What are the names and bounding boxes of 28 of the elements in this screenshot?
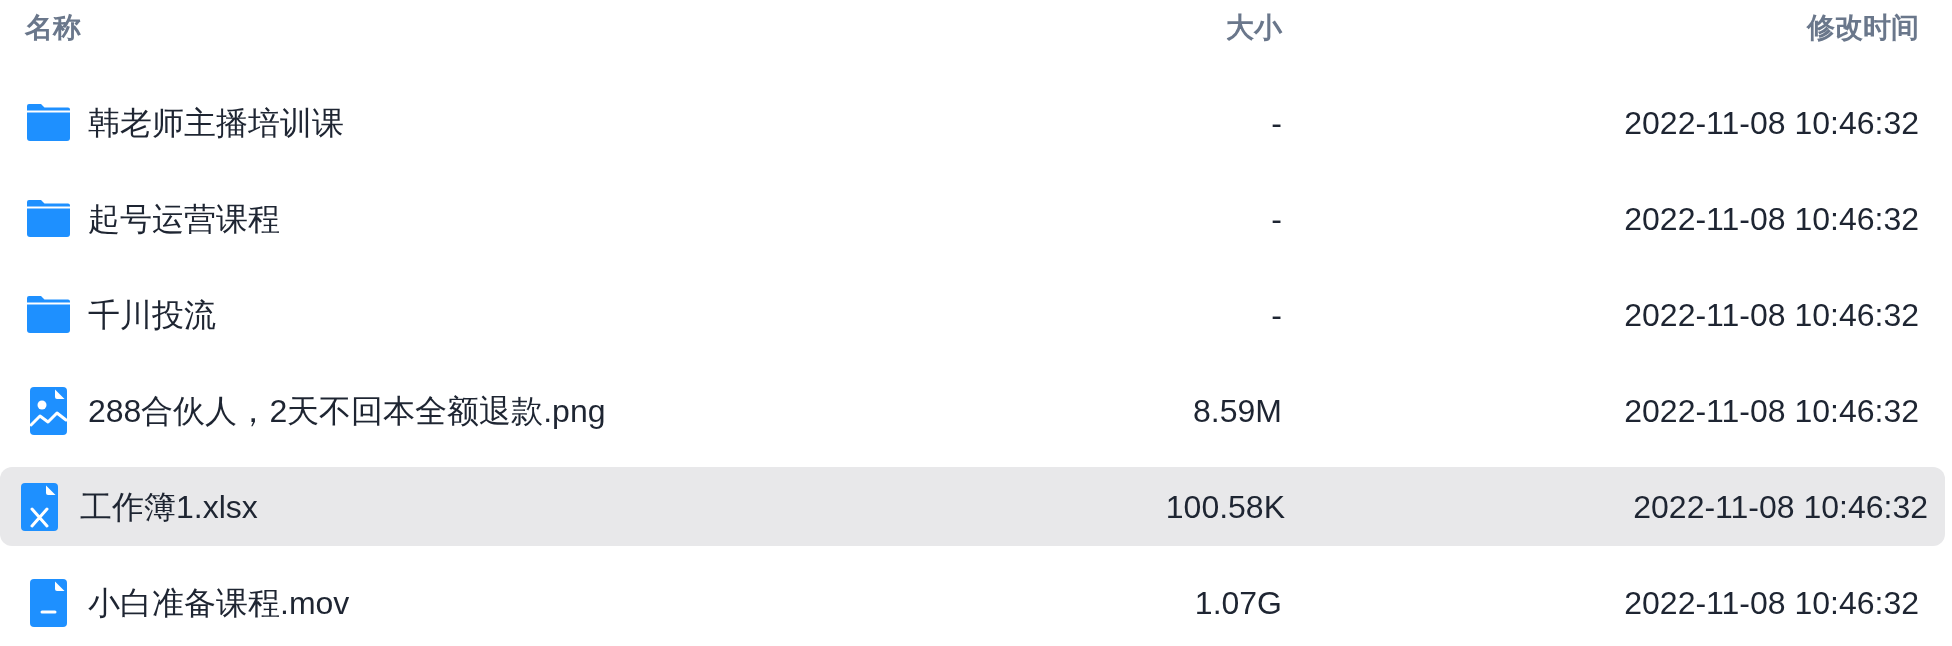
modified-time: 2022-11-08 10:46:32 [1624, 103, 1919, 143]
file-size: - [1271, 199, 1282, 239]
file-name: 千川投流 [88, 295, 216, 335]
file-name: 韩老师主播培训课 [88, 103, 344, 143]
file-size: 100.58K [1165, 487, 1285, 527]
image-file-icon [30, 386, 67, 435]
column-header: 大小 [1226, 11, 1282, 45]
file-size: - [1271, 103, 1282, 143]
file-name: 小白准备课程.mov [88, 583, 350, 623]
file-name: 起号运营课程 [88, 199, 280, 239]
folder-icon [27, 200, 70, 237]
modified-time: 2022-11-08 10:46:32 [1633, 487, 1928, 527]
file-name: 工作簿1.xlsx [80, 487, 258, 527]
modified-time: 2022-11-08 10:46:32 [1624, 583, 1919, 623]
spreadsheet-file-icon [21, 482, 58, 531]
modified-time: 2022-11-08 10:46:32 [1624, 391, 1919, 431]
file-size: 1.07G [1194, 583, 1282, 623]
file-size: 8.59M [1193, 391, 1282, 431]
folder-icon [27, 296, 70, 333]
file-name: 288合伙人，2天不回本全额退款.png [88, 391, 606, 431]
document-icon [30, 578, 67, 627]
column-header: 修改时间 [1807, 11, 1919, 45]
modified-time: 2022-11-08 10:46:32 [1624, 199, 1919, 239]
modified-time: 2022-11-08 10:46:32 [1624, 295, 1919, 335]
column-header: 名称 [25, 12, 81, 43]
folder-icon [27, 104, 70, 141]
file-size: - [1271, 295, 1282, 335]
highlighted-row[interactable]: 工作簿1.xlsx 100.58K 2022-11-08 10:46:32 [0, 467, 1945, 546]
